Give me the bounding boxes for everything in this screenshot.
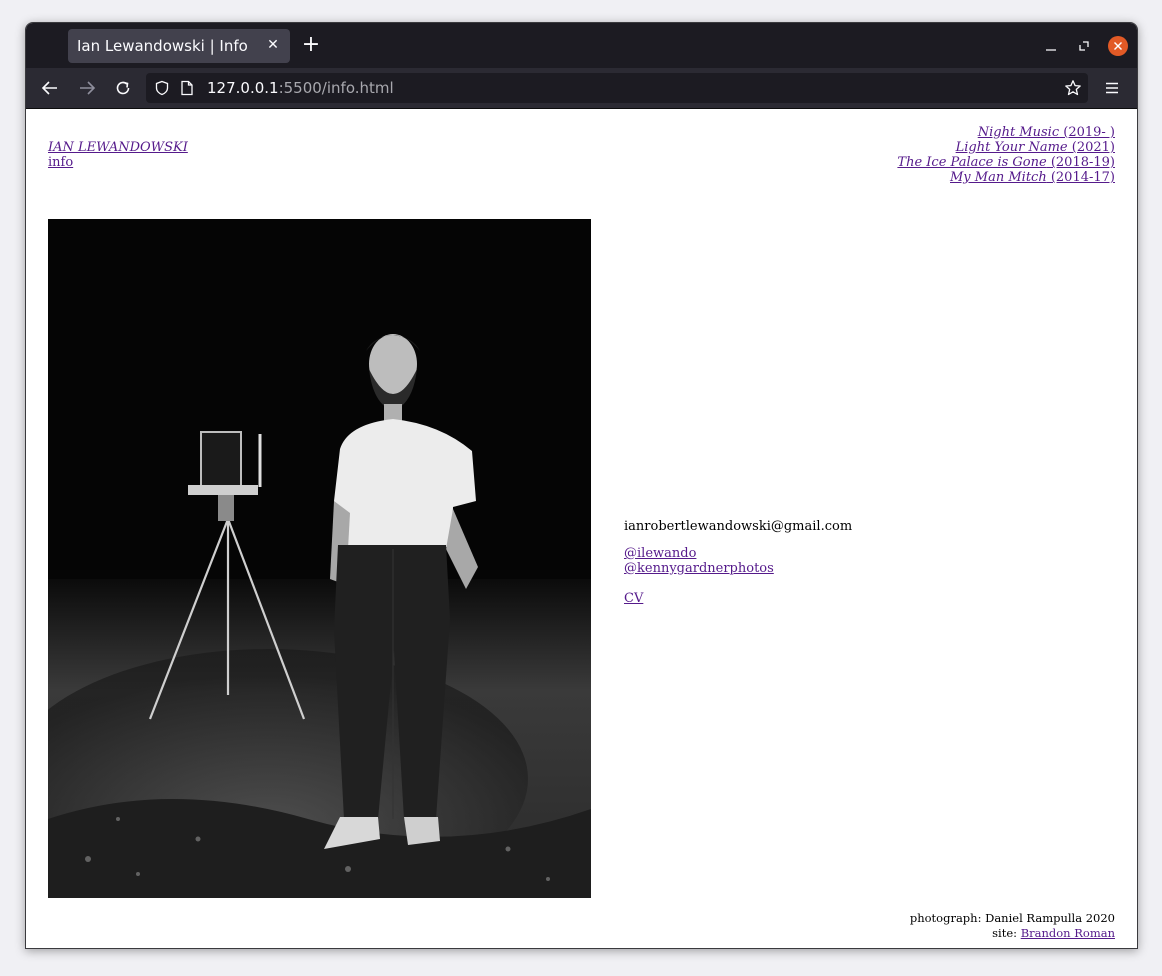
cv-link[interactable]: CV bbox=[624, 591, 852, 606]
page-icon bbox=[181, 80, 193, 96]
project-link-night-music[interactable]: Night Music (2019- ) bbox=[897, 125, 1115, 140]
new-tab-button[interactable]: + bbox=[300, 34, 322, 56]
site-credit: site: Brandon Roman bbox=[910, 926, 1115, 941]
minimize-icon[interactable] bbox=[1041, 36, 1061, 56]
site-credit-prefix: site: bbox=[992, 926, 1021, 940]
reload-icon[interactable] bbox=[113, 78, 133, 98]
shield-icon[interactable] bbox=[154, 80, 170, 96]
credits-footer: photograph: Daniel Rampulla 2020 site: B… bbox=[910, 911, 1115, 941]
site-name-link[interactable]: IAN LEWANDOWSKI bbox=[48, 140, 188, 155]
project-title: My Man Mitch bbox=[950, 170, 1047, 185]
site-header: IAN LEWANDOWSKI info bbox=[48, 140, 188, 170]
title-bar: Ian Lewandowski | Info ✕ + bbox=[26, 23, 1137, 68]
project-years: (2014-17) bbox=[1046, 170, 1115, 185]
maximize-icon[interactable] bbox=[1074, 36, 1094, 56]
forward-arrow-icon[interactable] bbox=[77, 78, 97, 98]
hamburger-menu-icon[interactable] bbox=[1102, 78, 1122, 98]
bookmark-star-icon[interactable] bbox=[1064, 79, 1082, 97]
url-host: 127.0.0.1 bbox=[207, 79, 279, 97]
portrait-photograph bbox=[48, 219, 591, 898]
project-years: (2019- ) bbox=[1059, 125, 1115, 140]
info-link[interactable]: info bbox=[48, 155, 188, 170]
browser-window: Ian Lewandowski | Info ✕ + 127.0.0.1:550… bbox=[25, 22, 1138, 949]
photo-credit: photograph: Daniel Rampulla 2020 bbox=[909, 911, 1115, 925]
contact-section: ianrobertlewandowski@gmail.com @ilewando… bbox=[624, 519, 852, 606]
page-content: IAN LEWANDOWSKI info Night Music (2019- … bbox=[26, 109, 1137, 948]
email-address: ianrobertlewandowski@gmail.com bbox=[624, 519, 853, 534]
tab-title: Ian Lewandowski | Info bbox=[77, 37, 248, 55]
tab-active[interactable]: Ian Lewandowski | Info ✕ bbox=[68, 29, 290, 63]
close-window-icon bbox=[1114, 42, 1122, 50]
url-path: :5500/info.html bbox=[278, 79, 394, 97]
projects-nav: Night Music (2019- ) Light Your Name (20… bbox=[897, 125, 1115, 185]
project-years: (2018-19) bbox=[1046, 155, 1115, 170]
instagram-link-kennygardnerphotos[interactable]: @kennygardnerphotos bbox=[624, 561, 852, 576]
project-title: The Ice Palace is Gone bbox=[897, 155, 1047, 170]
project-title: Night Music bbox=[977, 125, 1060, 140]
project-title: Light Your Name bbox=[955, 140, 1068, 155]
close-window-button[interactable] bbox=[1108, 36, 1128, 56]
address-bar[interactable]: 127.0.0.1:5500/info.html bbox=[146, 73, 1088, 103]
back-arrow-icon[interactable] bbox=[40, 78, 60, 98]
url-text[interactable]: 127.0.0.1:5500/info.html bbox=[207, 79, 394, 97]
site-author-link[interactable]: Brandon Roman bbox=[1021, 926, 1115, 940]
close-tab-icon[interactable]: ✕ bbox=[266, 38, 280, 52]
instagram-link-ilewando[interactable]: @ilewando bbox=[624, 546, 852, 561]
project-link-ice-palace[interactable]: The Ice Palace is Gone (2018-19) bbox=[897, 155, 1115, 170]
project-link-light-your-name[interactable]: Light Your Name (2021) bbox=[897, 140, 1115, 155]
project-years: (2021) bbox=[1067, 140, 1115, 155]
portrait-illustration bbox=[48, 219, 591, 898]
navigation-toolbar: 127.0.0.1:5500/info.html bbox=[26, 68, 1137, 109]
project-link-my-man-mitch[interactable]: My Man Mitch (2014-17) bbox=[897, 170, 1115, 185]
